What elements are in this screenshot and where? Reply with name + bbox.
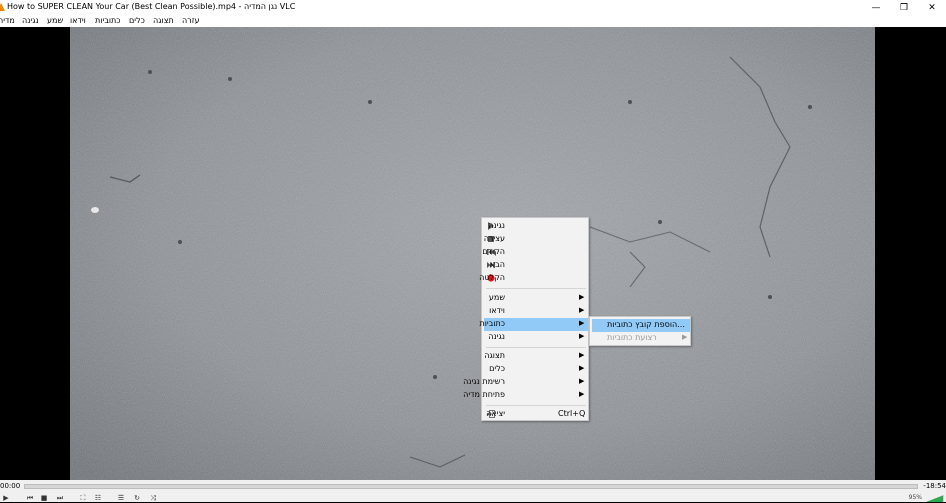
submenu-arrow-icon: ▶ (579, 306, 585, 314)
menu-help[interactable]: עזרה (182, 16, 200, 25)
next-button[interactable]: ⏭ (54, 494, 66, 502)
playlist-button[interactable]: ☰ (115, 494, 127, 502)
ctx-item-record[interactable]: הקלטה (479, 272, 588, 285)
menu-playback[interactable]: נגינה (22, 16, 39, 25)
seek-bar[interactable] (24, 484, 918, 489)
ctx-item-previous[interactable]: הקודם (482, 246, 588, 259)
ctx-item-subtitle[interactable]: כתוביות ▶ (479, 318, 588, 331)
volume-slider[interactable] (926, 495, 944, 502)
next-icon: ⏭ (56, 493, 64, 502)
ctx-item-next[interactable]: הבא (484, 259, 588, 272)
sub-item-add-subtitle-file[interactable]: הוספת קובץ כתוביות... (592, 319, 690, 332)
ctx-label: נגינה (488, 221, 505, 230)
ctx-item-playlist[interactable]: רשימת נגינה ▶ (463, 376, 588, 389)
ctx-shortcut: Ctrl+Q (558, 409, 586, 418)
ctx-label: כתוביות (479, 319, 505, 328)
ctx-label: רשימת נגינה (463, 377, 505, 386)
ctx-label: יציאה (486, 409, 505, 418)
ctx-label: תצוגה (484, 351, 505, 360)
stop-button[interactable]: ■ (38, 494, 50, 502)
extended-settings-icon: ☷ (94, 494, 102, 502)
controls-bar: 00:00 -18:54 ▶ ⏮ ■ ⏭ ⛶ ☷ ☰ ↻ ⤨ 95% (0, 480, 946, 502)
loop-icon: ↻ (134, 494, 140, 502)
volume-percent: 95% (908, 494, 922, 501)
ctx-label: הקלטה (479, 273, 505, 282)
previous-button[interactable]: ⏮ (24, 494, 36, 502)
playlist-icon: ☰ (117, 494, 125, 502)
restore-button[interactable]: ❐ (890, 0, 918, 15)
shuffle-button[interactable]: ⤨ (147, 494, 159, 502)
subtitle-submenu: הוספת קובץ כתוביות... רצועת כתוביות ▶ (589, 316, 691, 346)
ctx-label: הקודם (482, 247, 505, 256)
ctx-separator (486, 288, 586, 289)
ctx-item-tools[interactable]: כלים ▶ (484, 363, 588, 376)
ctx-label: עצירה (483, 234, 505, 243)
fullscreen-icon: ⛶ (80, 493, 86, 502)
fullscreen-button[interactable]: ⛶ (77, 494, 89, 502)
ctx-item-quit[interactable]: יציאה Ctrl+Q (484, 408, 588, 421)
sub-label: הוספת קובץ כתוביות... (607, 320, 685, 329)
menu-audio[interactable]: שמע (47, 16, 63, 25)
window-controls: — ❐ ✕ (862, 0, 946, 15)
ctx-label: כלים (489, 364, 505, 373)
submenu-arrow-icon: ▶ (579, 293, 585, 301)
ctx-item-open-media[interactable]: פתיחת מדיה ▶ (463, 389, 588, 402)
submenu-arrow-icon: ▶ (579, 390, 585, 398)
loop-button[interactable]: ↻ (131, 494, 143, 502)
ctx-separator (486, 405, 586, 406)
close-button[interactable]: ✕ (918, 0, 946, 15)
ctx-label: הבא (489, 260, 505, 269)
ctx-label: וידאו (489, 306, 505, 315)
ctx-item-playback[interactable]: נגינה ▶ (484, 331, 588, 344)
stop-icon: ■ (40, 494, 48, 502)
submenu-arrow-icon: ▶ (579, 377, 585, 385)
shuffle-icon: ⤨ (150, 493, 156, 502)
vlc-cone-icon (0, 3, 5, 11)
menu-bar: מדיה נגינה שמע וידאו כתוביות כלים תצוגה … (0, 15, 946, 27)
context-menu: נגינה עצירה הקודם הבא הקלטה שמע ▶ וידאו … (463, 217, 589, 421)
ctx-item-view[interactable]: תצוגה ▶ (484, 350, 588, 363)
ctx-label: פתיחת מדיה (463, 390, 505, 399)
ctx-item-play[interactable]: נגינה (484, 220, 588, 233)
window-title: How to SUPER CLEAN Your Car (Best Clean … (7, 2, 296, 11)
play-icon: ▶ (3, 494, 9, 502)
sub-label: רצועת כתוביות (607, 333, 657, 342)
ctx-item-audio[interactable]: שמע ▶ (484, 292, 588, 305)
submenu-arrow-icon: ▶ (579, 364, 585, 372)
ctx-label: נגינה (488, 332, 505, 341)
ctx-label: שמע (488, 293, 505, 302)
minimize-button[interactable]: — (862, 0, 890, 15)
asphalt-video-image (70, 27, 875, 480)
extended-settings-button[interactable]: ☷ (92, 494, 104, 502)
submenu-arrow-icon: ▶ (579, 351, 585, 359)
ctx-item-video[interactable]: וידאו ▶ (484, 305, 588, 318)
video-frame[interactable] (70, 27, 875, 480)
sub-item-subtitle-track[interactable]: רצועת כתוביות ▶ (592, 332, 690, 345)
menu-subtitle[interactable]: כתוביות (95, 16, 121, 25)
time-elapsed: 00:00 (0, 482, 21, 490)
time-remaining: -18:54 (923, 482, 946, 490)
ctx-item-stop[interactable]: עצירה (484, 233, 588, 246)
submenu-arrow-icon: ▶ (579, 332, 585, 340)
submenu-arrow-icon: ▶ (579, 319, 585, 327)
submenu-arrow-icon: ▶ (682, 333, 688, 341)
title-bar: How to SUPER CLEAN Your Car (Best Clean … (0, 0, 946, 15)
video-area[interactable] (0, 27, 946, 480)
menu-media[interactable]: מדיה (0, 16, 15, 25)
previous-icon: ⏮ (26, 493, 34, 502)
play-button[interactable]: ▶ (0, 494, 12, 502)
menu-view[interactable]: תצוגה (153, 16, 174, 25)
ctx-separator (486, 347, 586, 348)
menu-video[interactable]: וידאו (70, 16, 86, 25)
menu-tools[interactable]: כלים (129, 16, 145, 25)
